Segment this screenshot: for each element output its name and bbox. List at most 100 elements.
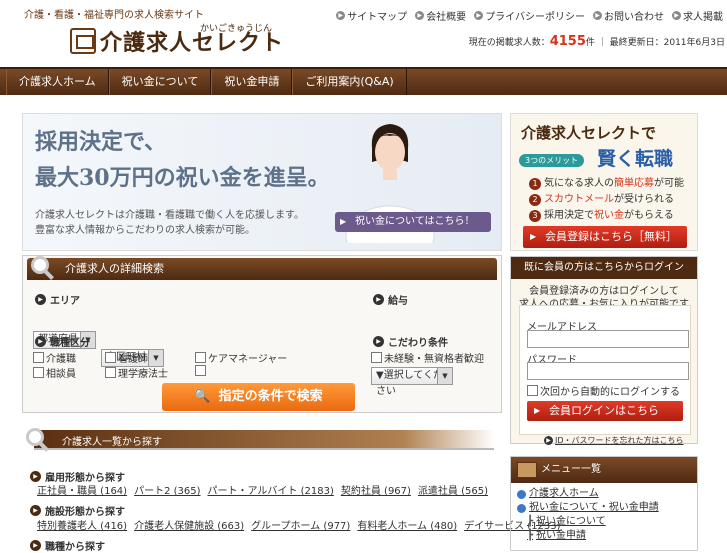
job-type-label: 職種区分 — [35, 334, 90, 349]
side-menu-item[interactable]: 祝い金について・祝い金申請 — [517, 501, 691, 515]
merit-text: がもらえる — [624, 210, 674, 221]
merit-badge: 3つのメリット — [519, 154, 585, 167]
bonus-info-button[interactable]: 祝い金についてはこちら！ — [335, 212, 491, 232]
condition-label: こだわり条件 — [373, 334, 448, 349]
hero-desc-line: 介護求人セレクトは介護職・看護職で働く人を応援します。 — [35, 210, 304, 221]
job-count-line: 現在の掲載求人数：4155件 ｜ 最終更新日：2011年6月3日 — [469, 34, 725, 49]
job-checkbox[interactable]: 看護師 — [105, 350, 148, 365]
password-field[interactable] — [527, 362, 689, 380]
category-link[interactable]: パート2 (365) — [134, 486, 200, 497]
merit-banner[interactable]: 介護求人セレクトで 賢く転職 3つのメリット 1 気になる求人の簡単応募が可能 2… — [510, 113, 698, 251]
job-count: 4155 — [549, 34, 586, 49]
search-icon: 🔍 — [194, 389, 211, 404]
top-links: ▶ サイトマップ ▶ 会社概要 ▶ プライバシーポリシー ▶ お問い合わせ ▶ 求人掲載 — [336, 8, 723, 23]
side-menu-subitem[interactable]: 祝い金について — [527, 515, 691, 529]
arrow-icon: ▶ — [672, 11, 681, 20]
logo-ruby: かいごきゅうじん — [200, 24, 273, 34]
nav-guide[interactable]: ご利用案内(Q&A) — [292, 69, 407, 95]
listing-title: 介護求人一覧から探す — [62, 437, 162, 448]
employment-links: 正社員・職員 (164) パート2 (365) パート・アルバイト (2183) 契約… — [37, 482, 495, 497]
side-menu: メニュー一覧 介護求人ホーム 祝い金について・祝い金申請 祝い金について 祝い金… — [510, 456, 698, 551]
category-link[interactable]: 有料老人ホーム (480) — [357, 521, 457, 532]
search-icon — [26, 428, 44, 446]
top-link-company[interactable]: ▶ 会社概要 — [415, 8, 466, 23]
top-link-post[interactable]: ▶ 求人掲載 — [672, 8, 723, 23]
promo-title: 介護求人セレクトで — [521, 124, 657, 142]
facility-links: 特別養護老人 (416) 介護老人保健施設 (663) グループホーム (977) 有… — [37, 517, 568, 532]
count-prefix: 現在の掲載求人数： — [468, 38, 550, 48]
merit-item: 2 スカウトメールが受けられる — [529, 190, 674, 206]
category-link[interactable]: 特別養護老人 (416) — [37, 521, 127, 532]
login-header: 既に会員の方はこちらからログイン — [511, 257, 697, 279]
main-nav: 介護求人ホーム 祝い金について 祝い金申請 ご利用案内(Q&A) — [0, 67, 727, 95]
login-button[interactable]: 会員ログインはこちら — [527, 401, 683, 421]
top-link-sitemap[interactable]: ▶ サイトマップ — [336, 8, 407, 23]
top-link-label[interactable]: お問い合わせ — [604, 8, 664, 23]
job-checkbox[interactable]: ケアマネージャー — [195, 350, 287, 365]
merit-number: 2 — [529, 194, 541, 206]
nav-bonus-about[interactable]: 祝い金について — [108, 69, 212, 95]
search-button[interactable]: 🔍 指定の条件で検索 — [162, 383, 355, 411]
top-link-contact[interactable]: ▶ お問い合わせ — [593, 8, 664, 23]
category-link[interactable]: 介護老人保健施設 (663) — [134, 521, 244, 532]
condition-checkbox[interactable]: 未経験・無資格者歓迎 — [371, 350, 484, 365]
search-header: 介護求人の詳細検索 — [27, 256, 497, 280]
forgot-label[interactable]: ID・パスワードを忘れた方はこちら — [555, 435, 684, 446]
job-checkbox[interactable]: 理学療法士 — [105, 365, 168, 380]
login-note-line: 会員登録済みの方はログインして — [529, 286, 679, 297]
site-logo[interactable]: 介護求人セレクト かいごきゅうじん — [70, 24, 284, 57]
merit-item: 3 採用決定で祝い金がもらえる — [529, 206, 674, 222]
merit-text: 気になる求人の — [544, 178, 614, 189]
top-link-privacy[interactable]: ▶ プライバシーポリシー — [474, 8, 585, 23]
merit-number: 1 — [529, 178, 541, 190]
email-field[interactable] — [527, 330, 689, 348]
area-label: エリア — [35, 292, 80, 307]
job-checkbox[interactable]: 介護職 — [33, 350, 76, 365]
merit-item: 1 気になる求人の簡単応募が可能 — [529, 174, 684, 190]
forgot-password-link[interactable]: ▶ ID・パスワードを忘れた方はこちら — [544, 435, 684, 446]
listing-header: 介護求人一覧から探す — [22, 426, 498, 452]
logo-icon — [70, 28, 96, 54]
job-checkbox[interactable] — [195, 365, 208, 376]
search-title: 介護求人の詳細検索 — [65, 262, 164, 275]
category-link[interactable]: 派遣社員 (565) — [418, 486, 488, 497]
remember-checkbox[interactable]: 次回から自動的にログインする — [527, 383, 680, 398]
merit-text: が受けられる — [614, 194, 674, 205]
promo-title-2: 賢く転職 — [597, 148, 674, 170]
arrow-icon: ▶ — [336, 11, 346, 20]
hero-banner: 採用決定で、 最大30万円の祝い金を進呈。 介護求人セレクトは介護職・看護職で働… — [22, 113, 502, 251]
side-menu-title: メニュー一覧 — [541, 464, 601, 475]
register-button[interactable]: 会員登録はこちら［無料］ — [523, 226, 687, 248]
category-link[interactable]: グループホーム (977) — [251, 521, 350, 532]
salary-select[interactable]: ▼選択してください — [371, 367, 453, 397]
arrow-icon: ▶ — [593, 11, 602, 20]
top-link-label[interactable]: プライバシーポリシー — [485, 8, 585, 23]
category-link[interactable]: 正社員・職員 (164) — [37, 486, 127, 497]
site-tagline: 介護・看護・福祉専門の求人検索サイト — [24, 10, 204, 21]
top-link-label[interactable]: サイトマップ — [347, 8, 407, 23]
merit-highlight: スカウトメール — [544, 194, 614, 205]
merit-highlight: 簡単応募 — [614, 178, 654, 189]
nav-home[interactable]: 介護求人ホーム — [6, 69, 109, 95]
hero-headline-2: 最大30万円の祝い金を進呈。 — [35, 165, 330, 191]
count-suffix: 件 ｜ 最終更新日：2011年6月3日 — [585, 38, 725, 48]
merit-highlight: 祝い金 — [594, 210, 624, 221]
side-menu-item[interactable]: 介護求人ホーム — [517, 487, 691, 501]
category-link[interactable]: 契約社員 (967) — [341, 486, 411, 497]
job-checkbox[interactable]: 相談員 — [33, 365, 76, 380]
search-icon — [31, 256, 49, 274]
nav-bonus-apply[interactable]: 祝い金申請 — [211, 69, 293, 95]
arrow-icon: ▶ — [415, 11, 425, 20]
side-menu-list: 介護求人ホーム 祝い金について・祝い金申請 祝い金について 祝い金申請 — [511, 483, 697, 547]
merit-text: 採用決定で — [544, 210, 594, 221]
merit-text: が可能 — [654, 178, 684, 189]
top-link-label[interactable]: 求人掲載 — [683, 8, 723, 23]
side-menu-header: メニュー一覧 — [511, 457, 697, 483]
top-link-label[interactable]: 会社概要 — [426, 8, 466, 23]
category-link[interactable]: パート・アルバイト (2183) — [208, 486, 334, 497]
arrow-icon: ▶ — [544, 436, 553, 445]
category-facility: 施設形態から探す — [30, 503, 125, 518]
side-menu-subitem[interactable]: 祝い金申請 — [527, 529, 691, 543]
login-panel: 既に会員の方はこちらからログイン 会員登録済みの方はログインして 求人への応募・… — [510, 256, 698, 444]
hero-desc-line: 豊富な求人情報からこだわりの求人検索が可能。 — [35, 225, 255, 236]
